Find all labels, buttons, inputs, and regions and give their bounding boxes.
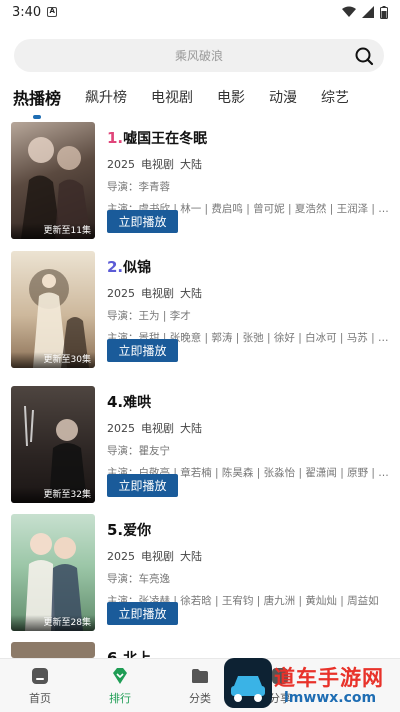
watermark-logo-icon [224,658,272,708]
item-meta: 2025 电视剧 大陆 [107,156,391,172]
update-badge: 更新至28集 [11,615,95,631]
poster-art [21,137,91,239]
poster-image[interactable]: 更新至32集 [11,386,95,503]
play-button[interactable]: 立即播放 [107,602,178,625]
poster-image[interactable]: 更新至30集 [11,251,95,368]
play-button[interactable]: 立即播放 [107,339,178,362]
type: 电视剧 [141,287,174,300]
watermark-text: 道车手游网 [274,666,384,690]
rank-number: 1. [107,129,124,147]
year: 2025 [107,422,135,435]
item-info: 4.难哄 2025 电视剧 大陆 导演：瞿友宁 主演：白敬亭 | 章若楠 | 陈昊森… [107,392,391,480]
tab-movie[interactable]: 电影 [217,87,245,107]
list-item[interactable]: 更新至11集 1.嘘国王在冬眠 2025 电视剧 大陆 导演：李青蓉 主演：虞书欣 … [11,122,391,240]
region: 大陆 [180,287,202,300]
item-meta: 2025 电视剧 大陆 [107,285,391,301]
item-meta: 2025 电视剧 大陆 [107,548,391,564]
title-text: 爱你 [123,523,152,539]
watermark: 道车手游网 lmwwx.com [222,656,400,712]
notification-icon: A [47,7,58,17]
director: 导演：李青蓉 [107,181,170,193]
region: 大陆 [180,422,202,435]
director: 导演：瞿友宁 [107,445,170,457]
tab-variety[interactable]: 综艺 [321,87,349,107]
item-info: 2.似锦 2025 电视剧 大陆 导演：王为 | 李才 主演：景甜 | 张晚意 | … [107,257,391,345]
folder-icon [192,669,208,683]
item-title: 1.嘘国王在冬眠 [107,128,391,148]
nav-ranking[interactable]: 排行 [80,659,160,712]
poster-image[interactable]: 更新至11集 [11,122,95,239]
status-right [342,5,388,19]
play-button[interactable]: 立即播放 [107,474,178,497]
poster-art [24,405,87,503]
list-item[interactable]: 更新至28集 5.爱你 2025 电视剧 大陆 导演：车亮逸 主演：张凌赫 | 徐若… [11,514,391,632]
year: 2025 [107,550,135,563]
type: 电视剧 [141,422,174,435]
category-tabs: 热播榜 飙升榜 电视剧 电影 动漫 综艺 [0,82,400,112]
nav-category-label: 分类 [189,692,211,705]
rank-number: 2. [107,258,124,276]
region: 大陆 [180,550,202,563]
search-bar[interactable]: 乘风破浪 [14,39,384,72]
item-title: 4.难哄 [107,392,391,412]
item-info: 5.爱你 2025 电视剧 大陆 导演：车亮逸 主演：张凌赫 | 徐若晗 | 王宥钧… [107,520,391,608]
type: 电视剧 [141,158,174,171]
region: 大陆 [180,158,202,171]
wifi-icon [342,6,356,17]
title-text: 北上 [123,651,151,658]
rank-number: 6. [107,649,124,658]
nav-home-label: 首页 [29,692,51,705]
search-placeholder: 乘风破浪 [174,49,223,63]
item-title: 2.似锦 [107,257,391,277]
list-item[interactable]: 更新至30集 2.似锦 2025 电视剧 大陆 导演：王为 | 李才 主演：景甜 |… [11,251,391,369]
nav-home[interactable]: 首页 [0,659,80,712]
director: 导演：车亮逸 [107,573,170,585]
battery-icon [380,5,388,19]
poster-art [29,269,89,368]
nav-ranking-label: 排行 [109,692,131,705]
year: 2025 [107,158,135,171]
year: 2025 [107,287,135,300]
diamond-icon [113,668,127,684]
title-text: 难哄 [123,395,152,411]
rank-number: 5. [107,521,124,539]
rank-number: 4. [107,393,124,411]
item-title: 5.爱你 [107,520,391,540]
tab-anime[interactable]: 动漫 [269,87,297,107]
update-badge: 更新至30集 [11,352,95,368]
poster-art [25,533,83,631]
watermark-url: lmwwx.com [284,690,377,706]
director: 导演：王为 | 李才 [107,310,191,322]
item-meta: 2025 电视剧 大陆 [107,420,391,436]
update-badge: 更新至11集 [11,223,95,239]
poster-image[interactable] [11,642,95,658]
search-icon[interactable] [354,46,374,66]
title-text: 嘘国王在冬眠 [123,131,208,147]
tab-rising[interactable]: 飙升榜 [85,87,127,107]
status-bar: 3:40 A [0,0,400,24]
home-icon [32,668,48,684]
title-text: 似锦 [123,260,152,276]
signal-icon [362,6,374,18]
update-badge: 更新至32集 [11,487,95,503]
play-button[interactable]: 立即播放 [107,210,178,233]
type: 电视剧 [141,550,174,563]
list-item[interactable]: 更新至32集 4.难哄 2025 电视剧 大陆 导演：瞿友宁 主演：白敬亭 | 章若… [11,386,391,504]
item-info: 1.嘘国王在冬眠 2025 电视剧 大陆 导演：李青蓉 主演：虞书欣 | 林一 | … [107,128,391,216]
status-time: 3:40 [12,4,42,20]
tab-tv[interactable]: 电视剧 [151,87,193,107]
poster-image[interactable]: 更新至28集 [11,514,95,631]
tab-hot[interactable]: 热播榜 [13,85,61,109]
